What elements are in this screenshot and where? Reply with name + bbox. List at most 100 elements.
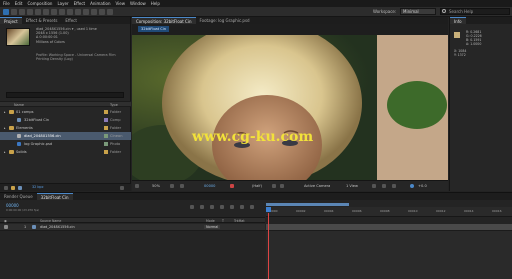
timeline-icon[interactable]	[382, 184, 386, 188]
camera-tool-icon[interactable]	[35, 9, 41, 15]
tab-info[interactable]: Info	[450, 17, 466, 24]
search-help-input[interactable]: Search Help	[440, 8, 510, 15]
tab-render-queue[interactable]: Render Queue	[0, 193, 37, 200]
draft-3d-icon[interactable]	[210, 205, 214, 209]
label-color-swatch[interactable]	[104, 126, 108, 130]
time-ruler[interactable]: 00000 00002 00004 00006 00008 00010 00012 00014…	[266, 207, 512, 217]
current-time-indicator-handle[interactable]	[266, 207, 271, 212]
transparency-grid-icon[interactable]	[280, 184, 284, 188]
bit-depth-button[interactable]: 32 bpc	[32, 185, 44, 189]
selection-tool-icon[interactable]	[3, 9, 9, 15]
current-time-indicator[interactable]	[268, 213, 269, 279]
eraser-tool-icon[interactable]	[91, 9, 97, 15]
ruler-tick-label: 00012	[436, 209, 446, 213]
tab-effects-presets[interactable]: Effect & Presets	[22, 17, 62, 24]
layer-name[interactable]: dlad_2048X1556.cin	[40, 225, 75, 229]
roto-brush-tool-icon[interactable]	[99, 9, 105, 15]
comp-breadcrumb[interactable]: 32bitFloat Cin	[138, 26, 170, 32]
disclosure-triangle-icon[interactable]: ▸	[4, 148, 6, 156]
label-color-swatch[interactable]	[104, 142, 108, 146]
color-channel-icon[interactable]	[230, 184, 234, 188]
trash-icon[interactable]	[120, 186, 124, 190]
menu-animation[interactable]: Animation	[90, 1, 110, 6]
menu-layer[interactable]: Layer	[57, 1, 68, 6]
menu-bar: File Edit Composition Layer Effect Animation V…	[0, 0, 512, 7]
footage-colors: Millions of Colors	[36, 39, 65, 44]
tab-project[interactable]: Project	[0, 17, 22, 24]
new-composition-icon[interactable]	[18, 186, 22, 190]
hand-tool-icon[interactable]	[11, 9, 17, 15]
new-folder-icon[interactable]	[11, 186, 15, 190]
column-name[interactable]: Name	[14, 103, 24, 107]
layer-row[interactable]: 1 dlad_2048X1556.cin Normal	[0, 224, 265, 231]
zoom-tool-icon[interactable]	[19, 9, 25, 15]
column-type[interactable]: Type	[110, 103, 118, 107]
exposure-icon[interactable]	[410, 184, 414, 188]
layer-mode-select[interactable]: Normal	[204, 225, 221, 229]
camera-snapshot-icon[interactable]	[180, 184, 184, 188]
tab-footage[interactable]: Footage: log Graphic.psd	[196, 17, 254, 24]
label-color-swatch[interactable]	[104, 150, 108, 154]
disclosure-triangle-icon[interactable]: ▸	[4, 124, 6, 132]
frame-blending-icon[interactable]	[230, 205, 234, 209]
project-item[interactable]: ▸ 01 comps Folder	[0, 108, 131, 116]
visibility-eye-icon[interactable]	[4, 225, 8, 229]
menu-window[interactable]: Window	[130, 1, 146, 6]
composition-viewer[interactable]: www.cg-ku.com	[132, 35, 448, 180]
project-item[interactable]: log Graphic.psd Photo	[0, 140, 131, 148]
puppet-tool-icon[interactable]	[107, 9, 113, 15]
project-item[interactable]: 32bitFloat Cin Comp	[0, 116, 131, 124]
motion-blur-icon[interactable]	[240, 205, 244, 209]
pan-behind-tool-icon[interactable]	[43, 9, 49, 15]
type-tool-icon[interactable]	[67, 9, 73, 15]
column-source-name[interactable]: Source Name	[40, 219, 61, 223]
menu-effect[interactable]: Effect	[74, 1, 86, 6]
rectangle-tool-icon[interactable]	[51, 9, 57, 15]
layer-duration-bar[interactable]	[266, 224, 512, 231]
resolution-select[interactable]: (Half)	[252, 184, 262, 188]
views-select[interactable]: 1 View	[346, 184, 358, 188]
tab-composition[interactable]: Composition: 32bitFloat Cin	[132, 17, 196, 24]
interpret-footage-icon[interactable]	[4, 186, 8, 190]
zoom-select[interactable]: 50%	[152, 184, 160, 188]
menu-help[interactable]: Help	[151, 1, 160, 6]
menu-file[interactable]: File	[3, 1, 10, 6]
column-mode[interactable]: Mode	[206, 219, 215, 223]
graph-editor-icon[interactable]	[250, 205, 254, 209]
exposure-value[interactable]: +0.0	[418, 184, 427, 188]
info-panel: Info R: 0.2681 G: 0.2226 B: 0.1591 A: 1.…	[449, 17, 512, 191]
project-item[interactable]: dlad_2048X1556.cin Cineon	[0, 132, 131, 140]
pen-tool-icon[interactable]	[59, 9, 65, 15]
camera-select[interactable]: Active Camera	[304, 184, 330, 188]
project-item[interactable]: ▸ Elements Folder	[0, 124, 131, 132]
project-search-input[interactable]	[6, 92, 124, 98]
label-color-swatch[interactable]	[104, 110, 108, 114]
always-preview-icon[interactable]	[135, 184, 139, 188]
menu-edit[interactable]: Edit	[15, 1, 23, 6]
clone-stamp-tool-icon[interactable]	[83, 9, 89, 15]
label-color-swatch[interactable]	[104, 134, 108, 138]
region-of-interest-icon[interactable]	[272, 184, 276, 188]
column-trkmat[interactable]: TrkMat	[234, 219, 245, 223]
disclosure-triangle-icon[interactable]: ▸	[4, 108, 6, 116]
fast-preview-icon[interactable]	[372, 184, 376, 188]
comp-mini-flowchart-icon[interactable]	[200, 205, 204, 209]
work-area-bar[interactable]	[266, 203, 349, 206]
brush-tool-icon[interactable]	[75, 9, 81, 15]
shy-layers-icon[interactable]	[220, 205, 224, 209]
menu-view[interactable]: View	[116, 1, 126, 6]
tab-timeline-comp[interactable]: 32bitFloat Cin	[36, 193, 73, 200]
search-layers-icon[interactable]	[190, 205, 194, 209]
flowchart-icon[interactable]	[392, 184, 396, 188]
project-item-name: log Graphic.psd	[24, 142, 53, 146]
menu-composition[interactable]: Composition	[27, 1, 52, 6]
info-values: R: 0.2681 G: 0.2226 B: 0.1591 A: 1.0000	[466, 30, 482, 46]
grid-toggle-icon[interactable]	[170, 184, 174, 188]
rotate-tool-icon[interactable]	[27, 9, 33, 15]
project-item[interactable]: ▸ Solids Folder	[0, 148, 131, 156]
viewer-timecode[interactable]: 00000	[204, 184, 215, 188]
project-item-type: Comp	[110, 118, 121, 122]
tab-effect[interactable]: Effect	[61, 17, 81, 24]
workspace-select[interactable]: Minimal	[400, 8, 436, 15]
label-color-swatch[interactable]	[104, 118, 108, 122]
